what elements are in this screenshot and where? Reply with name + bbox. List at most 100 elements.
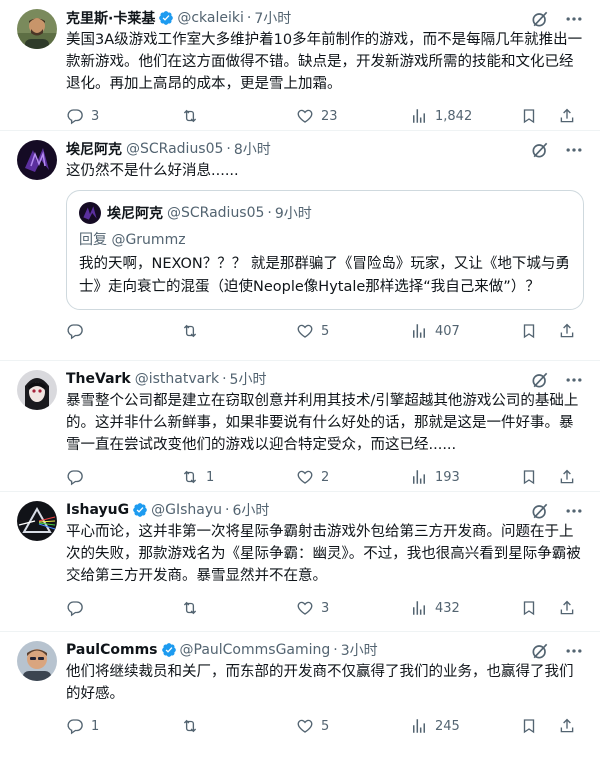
tweet-4-header-icons <box>530 501 584 521</box>
more-options-icon[interactable] <box>564 140 584 160</box>
like-button[interactable]: 5 <box>296 322 410 340</box>
views-button[interactable]: 432 <box>410 599 520 617</box>
reply-button[interactable]: 1 <box>66 717 181 735</box>
tweet-text: 他们将继续裁员和关厂，而东部的开发商不仅赢得了我们的业务，也赢得了我们的好感。 <box>66 664 574 702</box>
quoted-tweet[interactable]: 埃尼阿克 @SCRadius05 · 9小时 回复 @Grummz 我的天啊，N… <box>66 190 584 310</box>
tweet-2[interactable]: 埃尼阿克 @SCRadius05 · 8小时 这仍然不是什么好消息...... … <box>0 131 600 361</box>
tweet-5-header-icons <box>530 641 584 661</box>
like-count: 5 <box>321 718 330 734</box>
separator-dot: · <box>225 502 230 518</box>
retweet-button[interactable] <box>181 717 296 735</box>
separator-dot: · <box>267 205 272 221</box>
grok-icon[interactable] <box>530 140 550 160</box>
share-button[interactable] <box>558 599 576 617</box>
tweet-actions: 5 407 <box>66 316 584 346</box>
timestamp[interactable]: 8小时 <box>234 139 271 159</box>
like-button[interactable]: 2 <box>296 468 410 486</box>
more-options-icon[interactable] <box>564 9 584 29</box>
tweet-2-header: 埃尼阿克 @SCRadius05 · 8小时 <box>66 139 584 159</box>
bookmark-button[interactable] <box>520 468 538 486</box>
author-handle[interactable]: @GIshayu <box>151 502 222 518</box>
share-button[interactable] <box>558 468 576 486</box>
author-handle[interactable]: @ckaleiki <box>177 10 244 26</box>
tweet-4-header: IshayuG @GIshayu · 6小时 <box>66 500 584 520</box>
avatar-isthatvark[interactable] <box>17 370 57 410</box>
reply-button[interactable] <box>66 599 181 617</box>
views-icon <box>410 322 428 340</box>
bookmark-button[interactable] <box>520 322 538 340</box>
views-button[interactable]: 245 <box>410 717 520 735</box>
like-button[interactable]: 5 <box>296 717 410 735</box>
quoted-tweet-text: 我的天啊，NEXON？？？ 就是那群骗了《冒险岛》玩家，又让《地下城与勇士》走向… <box>79 256 570 295</box>
tweet-4[interactable]: IshayuG @GIshayu · 6小时 平心而论，这并非第一次将星际争霸射… <box>0 492 600 632</box>
quoted-tweet-header: 埃尼阿克 @SCRadius05 · 9小时 <box>79 201 571 225</box>
like-button[interactable]: 23 <box>296 107 410 125</box>
avatar-paulcommsgaming[interactable] <box>17 641 57 681</box>
retweet-button[interactable] <box>181 322 296 340</box>
reply-count: 1 <box>91 718 100 734</box>
more-options-icon[interactable] <box>564 501 584 521</box>
retweet-icon <box>181 468 199 486</box>
author-name[interactable]: 埃尼阿克 <box>66 139 122 159</box>
author-name[interactable]: IshayuG <box>66 502 129 518</box>
more-options-icon[interactable] <box>564 370 584 390</box>
retweet-button[interactable] <box>181 599 296 617</box>
tweet-1[interactable]: 克里斯·卡莱基 @ckaleiki · 7小时 美国3A级游戏工作室大多维护着1… <box>0 0 600 131</box>
timestamp[interactable]: 5小时 <box>230 369 267 389</box>
author-handle[interactable]: @SCRadius05 <box>126 141 223 157</box>
bookmark-icon <box>523 109 535 124</box>
avatar-scradius05[interactable] <box>17 140 57 180</box>
author-name[interactable]: 克里斯·卡莱基 <box>66 8 155 28</box>
timestamp[interactable]: 3小时 <box>341 640 378 660</box>
views-button[interactable]: 407 <box>410 322 520 340</box>
avatar-gishayu[interactable] <box>17 501 57 541</box>
grok-icon[interactable] <box>530 641 550 661</box>
tweet-actions: 3 432 <box>66 593 584 623</box>
reply-button[interactable]: 3 <box>66 107 181 125</box>
views-count: 245 <box>435 718 460 734</box>
like-icon <box>296 717 314 735</box>
bookmark-button[interactable] <box>520 599 538 617</box>
author-name[interactable]: PaulComms <box>66 642 158 658</box>
reply-icon <box>66 322 84 340</box>
retweet-button[interactable]: 1 <box>181 468 296 486</box>
tweet-actions: 3 23 1,842 <box>66 101 584 131</box>
share-icon <box>558 599 576 617</box>
views-button[interactable]: 193 <box>410 468 520 486</box>
verified-badge-icon <box>161 642 177 658</box>
timestamp[interactable]: 6小时 <box>232 500 269 520</box>
bookmark-button[interactable] <box>520 717 538 735</box>
like-icon <box>296 468 314 486</box>
grok-icon[interactable] <box>530 370 550 390</box>
author-name[interactable]: TheVark <box>66 371 131 387</box>
tweet-1-header-icons <box>530 9 584 29</box>
share-button[interactable] <box>558 717 576 735</box>
reply-feed: 克里斯·卡莱基 @ckaleiki · 7小时 美国3A级游戏工作室大多维护着1… <box>0 0 600 759</box>
share-button[interactable] <box>558 107 576 125</box>
author-handle[interactable]: @PaulCommsGaming <box>180 642 331 658</box>
author-handle[interactable]: @isthatvark <box>135 371 219 387</box>
more-options-icon[interactable] <box>564 641 584 661</box>
grok-icon[interactable] <box>530 501 550 521</box>
avatar-ckaleiki[interactable] <box>17 9 57 49</box>
like-button[interactable]: 3 <box>296 599 410 617</box>
timestamp[interactable]: 7小时 <box>254 8 291 28</box>
reply-button[interactable] <box>66 322 181 340</box>
share-button[interactable] <box>558 322 576 340</box>
views-button[interactable]: 1,842 <box>410 107 520 125</box>
retweet-button[interactable] <box>181 107 296 125</box>
reply-button[interactable] <box>66 468 181 486</box>
tweet-1-header: 克里斯·卡莱基 @ckaleiki · 7小时 <box>66 8 584 28</box>
views-count: 407 <box>435 323 460 339</box>
grok-icon[interactable] <box>530 9 550 29</box>
tweet-text: 暴雪整个公司都是建立在窃取创意并利用其技术/引擎超越其他游戏公司的基础上的。这并… <box>66 393 579 453</box>
separator-dot: · <box>222 371 227 387</box>
tweet-3[interactable]: TheVark @isthatvark · 5小时 暴雪整个公司都是建立在窃取创… <box>0 361 600 492</box>
bookmark-icon <box>523 324 535 339</box>
separator-dot: · <box>226 141 231 157</box>
bookmark-icon <box>523 719 535 734</box>
bookmark-button[interactable] <box>520 107 538 125</box>
tweet-5[interactable]: PaulComms @PaulCommsGaming · 3小时 他们将继续裁员… <box>0 632 600 759</box>
like-icon <box>296 107 314 125</box>
bookmark-icon <box>523 470 535 485</box>
